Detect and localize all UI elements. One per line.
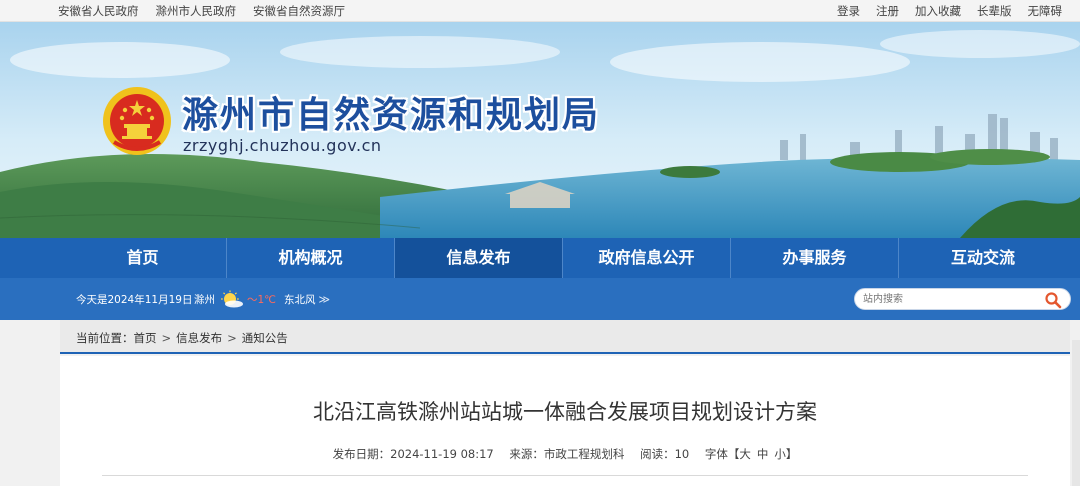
breadcrumb-separator: > — [227, 331, 237, 345]
search-icon[interactable] — [1044, 291, 1062, 309]
accessibility-link[interactable]: 无障碍 — [1028, 3, 1063, 19]
read-count-value: 10 — [674, 447, 690, 461]
weather-widget: 滁州 ～1℃ 东北风 ≫ — [194, 290, 330, 308]
elder-version-link[interactable]: 长辈版 — [977, 3, 1012, 19]
article-title: 北沿江高铁滁州站站城一体融合发展项目规划设计方案 — [313, 400, 817, 424]
nav-information-release[interactable]: 信息发布 — [395, 238, 563, 278]
site-search — [854, 288, 1071, 310]
breadcrumb-prefix: 当前位置： — [76, 331, 134, 345]
external-links: 安徽省人民政府 滁州市人民政府 安徽省自然资源厅 — [58, 0, 362, 22]
add-favorite-link[interactable]: 加入收藏 — [915, 3, 961, 19]
site-domain: zrzyghj.chuzhou.gov.cn — [183, 136, 382, 155]
breadcrumb: 当前位置： 首页 > 信息发布 > 通知公告 — [76, 330, 288, 346]
nav-home[interactable]: 首页 — [59, 238, 227, 278]
today-date: 今天是2024年11月19日 — [76, 294, 193, 306]
register-link[interactable]: 注册 — [876, 3, 899, 19]
site-title: 滁州市自然资源和规划局 — [182, 95, 601, 136]
top-links-bar: 安徽省人民政府 滁州市人民政府 安徽省自然资源厅 登录 注册 加入收藏 长辈版 … — [0, 0, 1080, 22]
account-links: 登录 注册 加入收藏 长辈版 无障碍 — [821, 0, 1062, 22]
site-banner: 滁州市自然资源和规划局 zrzyghj.chuzhou.gov.cn — [0, 22, 1080, 238]
publish-date: 发布日期：2024-11-19 08:17 — [332, 447, 494, 461]
font-size-medium[interactable]: 中 — [757, 447, 769, 461]
read-count-label: 阅读： — [640, 447, 675, 461]
article-meta: 发布日期：2024-11-19 08:17 来源：市政工程规划科 阅读：10 字… — [60, 446, 1070, 462]
breadcrumb-home[interactable]: 首页 — [134, 330, 157, 346]
nav-interaction[interactable]: 互动交流 — [899, 238, 1067, 278]
font-size-switcher: 字体【大中小】 — [705, 447, 798, 461]
nav-services[interactable]: 办事服务 — [731, 238, 899, 278]
national-emblem-icon — [103, 87, 171, 155]
meta-divider — [102, 475, 1028, 476]
main-nav: 首页 机构概况 信息发布 政府信息公开 办事服务 互动交流 — [0, 238, 1080, 278]
read-count: 阅读：10 — [640, 447, 689, 461]
font-size-large[interactable]: 大 — [739, 447, 751, 461]
article-panel: 北沿江高铁滁州站站城一体融合发展项目规划设计方案 发布日期：2024-11-19… — [60, 356, 1070, 486]
weather-city: 滁州 — [194, 293, 215, 306]
weather-more-icon[interactable]: ≫ — [318, 293, 330, 306]
page-scrollbar[interactable] — [1072, 340, 1080, 486]
link-chuzhou-gov[interactable]: 滁州市人民政府 — [156, 3, 237, 19]
font-size-bracket-end: 】 — [785, 447, 798, 461]
font-size-label: 字体【 — [704, 447, 740, 461]
breadcrumb-bar: 当前位置： 首页 > 信息发布 > 通知公告 — [60, 320, 1070, 354]
search-input[interactable] — [863, 291, 1033, 307]
link-anhui-resources[interactable]: 安徽省自然资源厅 — [253, 3, 345, 19]
weather-wind: 东北风 — [283, 293, 316, 306]
nav-organization[interactable]: 机构概况 — [227, 238, 395, 278]
breadcrumb-notices[interactable]: 通知公告 — [242, 330, 288, 346]
breadcrumb-info-release[interactable]: 信息发布 — [176, 330, 222, 346]
sun-icon — [221, 290, 243, 308]
login-link[interactable]: 登录 — [837, 3, 860, 19]
nav-gov-info-disclosure[interactable]: 政府信息公开 — [563, 238, 731, 278]
breadcrumb-separator: > — [161, 331, 172, 345]
font-size-small[interactable]: 小 — [774, 447, 786, 461]
weather-temperature: ～1℃ — [247, 293, 276, 306]
link-anhui-gov[interactable]: 安徽省人民政府 — [58, 3, 139, 19]
article-source: 来源：市政工程规划科 — [509, 447, 625, 461]
